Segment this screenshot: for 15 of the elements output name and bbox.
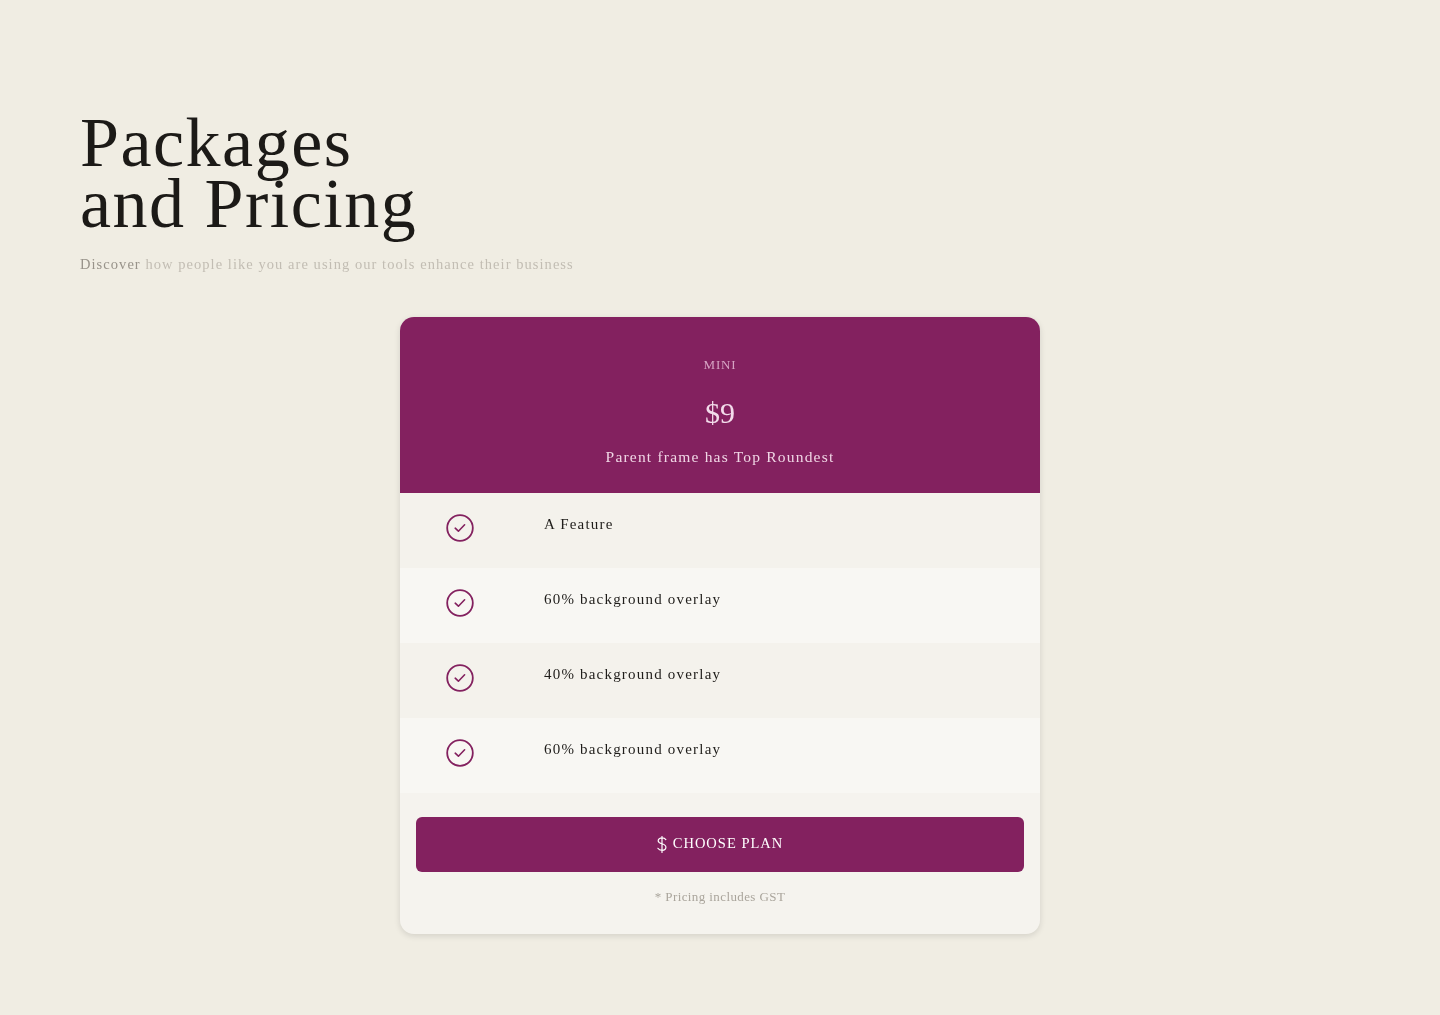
feature-text: A Feature [544, 514, 614, 534]
plan-price: $9 [705, 394, 735, 431]
check-circle-icon [446, 663, 474, 692]
check-circle-icon [446, 513, 474, 542]
pricing-footnote: * Pricing includes GST [654, 887, 786, 906]
feature-text: 60% background overlay [544, 589, 722, 609]
choose-plan-button[interactable]: CHOOSE PLAN [416, 816, 1024, 872]
feature-text: 40% background overlay [544, 664, 722, 684]
page-title: Packages and Pricing [80, 112, 418, 244]
dollar-icon [656, 835, 667, 853]
plan-name: MINI [703, 355, 737, 374]
plan-note: Parent frame has Top Roundest [605, 446, 835, 467]
check-circle-icon [446, 588, 474, 617]
feature-text: 60% background overlay [544, 739, 722, 759]
check-circle-icon [446, 738, 474, 767]
